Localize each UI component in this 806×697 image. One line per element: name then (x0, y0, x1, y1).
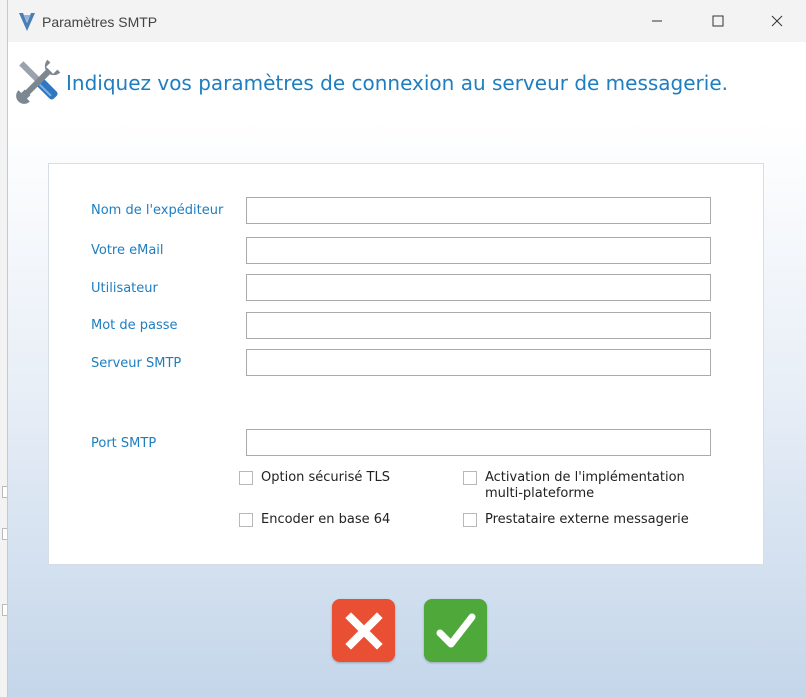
external-provider-option-label: Prestataire externe messagerie (485, 512, 689, 527)
username-label: Utilisateur (91, 281, 158, 296)
close-icon (344, 611, 383, 650)
title-bar: Paramètres SMTP (8, 0, 806, 42)
multiplatform-checkbox[interactable] (463, 471, 477, 485)
multiplatform-label-line2: multi-plateforme (485, 486, 595, 501)
window-title: Paramètres SMTP (42, 14, 158, 30)
username-input[interactable] (246, 274, 711, 301)
close-window-button[interactable] (747, 0, 806, 42)
tls-checkbox[interactable] (239, 471, 253, 485)
password-label: Mot de passe (91, 318, 178, 333)
external-provider-option[interactable]: Prestataire externe messagerie (463, 512, 689, 528)
smtp-server-input[interactable] (246, 349, 711, 376)
email-label: Votre eMail (91, 243, 164, 258)
external-provider-checkbox[interactable] (463, 513, 477, 527)
base64-option[interactable]: Encoder en base 64 (239, 512, 390, 528)
sender-name-label: Nom de l'expéditeur (91, 203, 224, 218)
app-logo-icon (19, 13, 35, 31)
base64-option-label: Encoder en base 64 (261, 512, 391, 527)
connection-form-panel: Nom de l'expéditeur Votre eMail Utilisat… (48, 163, 764, 565)
multiplatform-option-label: Activation de l'implémentation multi-pla… (485, 470, 685, 502)
minimize-icon (652, 20, 662, 22)
smtp-port-label: Port SMTP (91, 436, 157, 451)
cancel-button[interactable] (332, 599, 395, 662)
tls-option[interactable]: Option sécurisé TLS (239, 470, 390, 486)
page-heading: Indiquez vos paramètres de connexion au … (66, 71, 729, 95)
smtp-settings-dialog: Paramètres SMTP Indiquez vos paramètres … (7, 0, 806, 697)
password-input[interactable] (246, 312, 711, 339)
tools-icon (16, 59, 61, 104)
maximize-button[interactable] (688, 0, 748, 42)
close-icon (771, 15, 783, 27)
confirm-button[interactable] (424, 599, 487, 662)
minimize-button[interactable] (627, 0, 687, 42)
email-input[interactable] (246, 237, 711, 264)
smtp-port-input[interactable] (246, 429, 711, 456)
tls-option-label: Option sécurisé TLS (261, 470, 390, 485)
smtp-server-label: Serveur SMTP (91, 356, 182, 371)
sender-name-input[interactable] (246, 197, 711, 224)
base64-checkbox[interactable] (239, 513, 253, 527)
checkmark-icon (436, 613, 475, 647)
multiplatform-option[interactable]: Activation de l'implémentation multi-pla… (463, 470, 685, 502)
maximize-icon (712, 15, 724, 27)
multiplatform-label-line1: Activation de l'implémentation (485, 470, 685, 485)
